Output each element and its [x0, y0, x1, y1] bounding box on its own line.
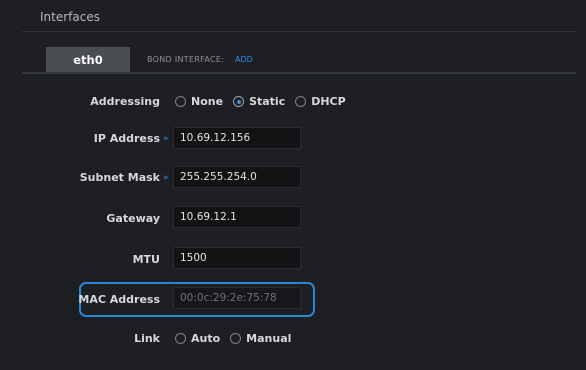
addressing-option-static[interactable]: Static [233, 95, 285, 108]
addressing-option-label: None [191, 95, 224, 108]
link-radio-group: Auto Manual [175, 332, 301, 345]
addressing-option-none[interactable]: None [175, 95, 223, 108]
link-option-label: Manual [246, 332, 292, 345]
addressing-radio-group: None Static DHCP [175, 95, 356, 108]
subnet-mask-label: Subnet Mask [79, 171, 160, 184]
link-option-label: Auto [191, 332, 221, 345]
mac-address-input [173, 287, 301, 309]
addressing-option-label: DHCP [311, 95, 346, 108]
required-marker-icon: » [163, 134, 169, 144]
required-marker-icon: » [163, 173, 169, 183]
mtu-input[interactable] [173, 247, 301, 269]
gateway-input[interactable] [173, 206, 301, 228]
interfaces-panel: Interfaces eth0 BOND INTERFACE: ADD Addr… [0, 0, 586, 370]
bond-add-link[interactable]: ADD [235, 55, 253, 64]
addressing-label: Addressing [90, 95, 160, 108]
tab-divider [22, 72, 576, 74]
addressing-option-label: Static [249, 95, 286, 108]
bond-interface-label: BOND INTERFACE: [147, 55, 225, 64]
gateway-label: Gateway [106, 212, 160, 225]
mac-address-label: MAC Address [78, 293, 160, 306]
title-divider [22, 31, 576, 32]
subnet-mask-input[interactable] [173, 166, 301, 188]
addressing-option-dhcp[interactable]: DHCP [295, 95, 346, 108]
radio-checked-icon [233, 96, 245, 107]
radio-circle-icon [175, 333, 186, 344]
radio-circle-icon [175, 96, 186, 107]
mtu-label: MTU [132, 253, 160, 266]
panel-title: Interfaces [40, 10, 100, 24]
link-option-auto[interactable]: Auto [175, 332, 220, 345]
ip-address-label: IP Address [93, 132, 160, 145]
tab-eth0[interactable]: eth0 [46, 47, 130, 72]
ip-address-input[interactable] [173, 127, 301, 149]
radio-circle-icon [295, 96, 307, 107]
link-label: Link [134, 332, 160, 345]
interface-tabbar: eth0 BOND INTERFACE: ADD [22, 45, 576, 72]
radio-circle-icon [230, 333, 242, 344]
link-option-manual[interactable]: Manual [230, 332, 291, 345]
